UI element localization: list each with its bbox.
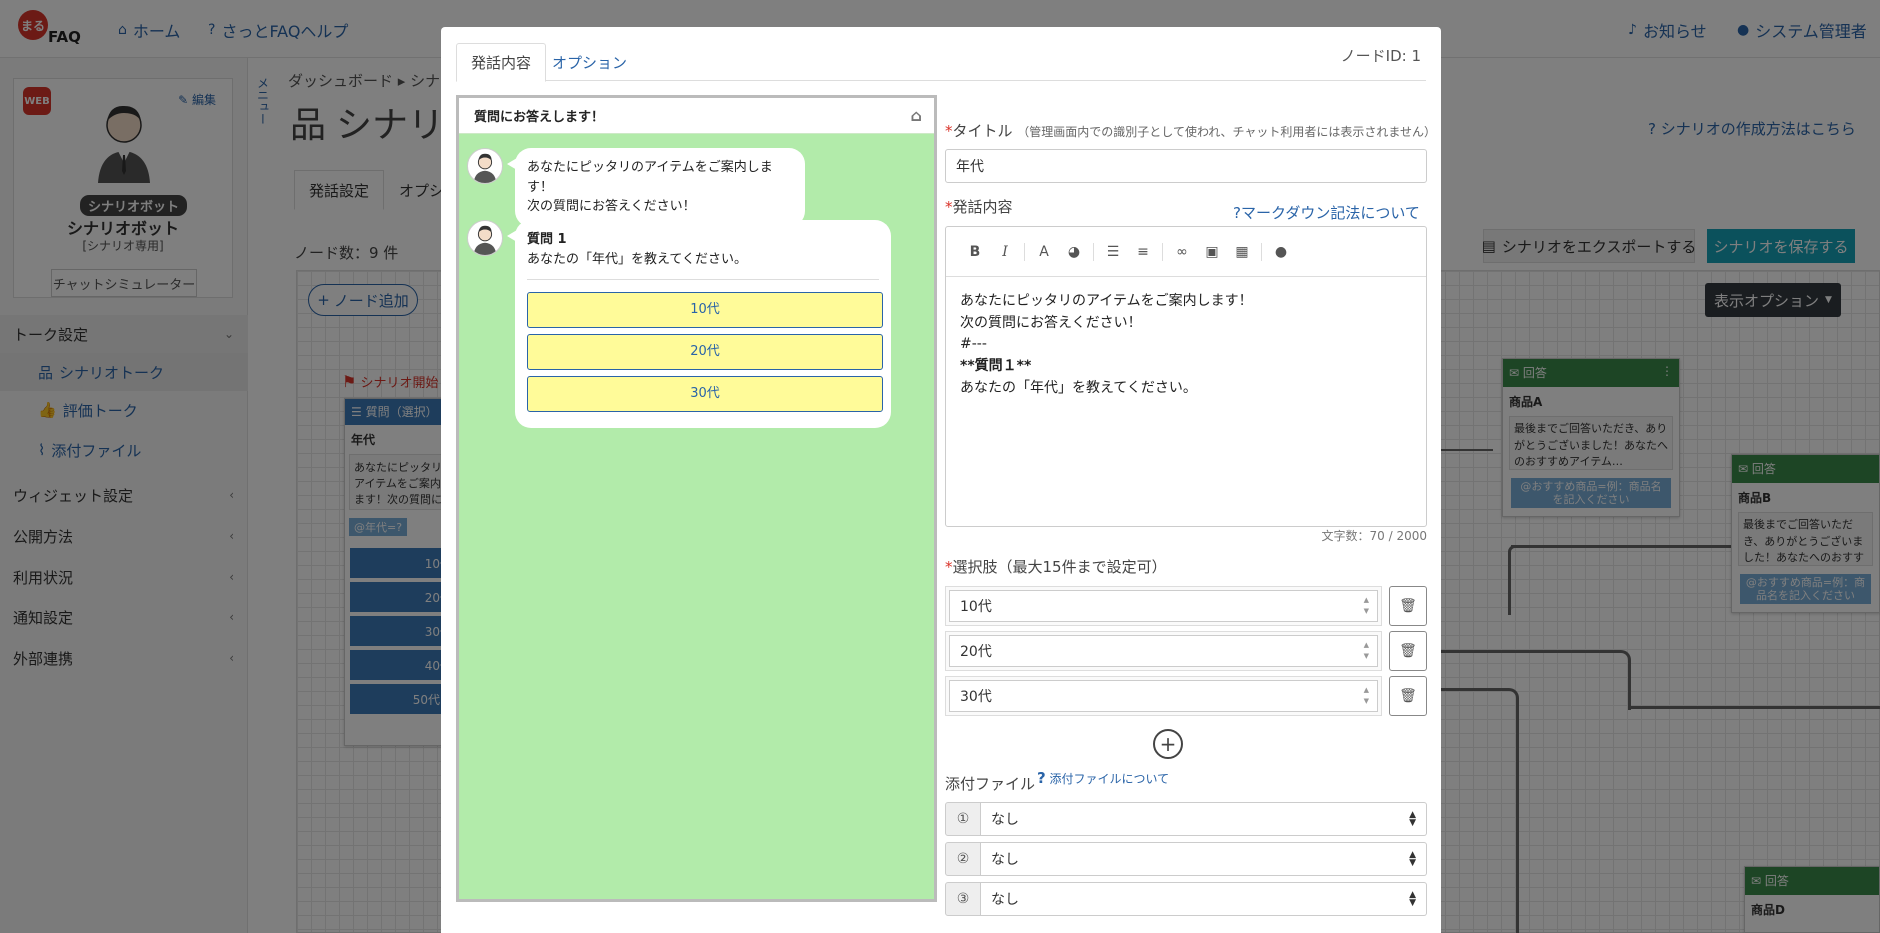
add-option-icon[interactable]: + [1153, 729, 1183, 759]
attachment-number: ① [945, 802, 981, 836]
option-input[interactable]: 30代 ▲ ▼ [949, 680, 1378, 712]
select-arrows-icon: ▲ ▼ [1409, 850, 1416, 868]
link-icon[interactable]: ∞ [1167, 244, 1197, 260]
bot-avatar-small [467, 220, 503, 256]
bullet-list-icon[interactable]: ☰ [1098, 244, 1128, 260]
content-label-text: 発話内容 [952, 198, 1013, 216]
markdown-help-link[interactable]: ?マークダウン記法について [1233, 202, 1420, 223]
attachment-select-value: なし [991, 812, 1019, 828]
option-value: 30代 [960, 689, 992, 705]
toolbar-separator [1261, 242, 1262, 261]
node-edit-modal: 発話内容 オプション ノードID: 1 質問にお答えします！ ⌂ あなたにピッタ… [441, 27, 1441, 933]
editor-line: あなたの「年代」を教えてください。 [960, 379, 1197, 396]
option-row: 20代 ▲ ▼ 🗑 [945, 631, 1427, 671]
table-icon[interactable]: ▦ [1227, 244, 1257, 260]
attachment-select[interactable]: なし ▲ ▼ [981, 842, 1427, 876]
attachment-select-value: なし [991, 892, 1019, 908]
chat-line: あなたの「年代」を教えてください。 [527, 251, 747, 267]
select-arrows-icon: ▲ ▼ [1409, 810, 1416, 828]
title-label: *タイトル （管理画面内での識別子として使われ、チャット利用者には表示されません… [945, 120, 1436, 141]
home-icon[interactable]: ⌂ [911, 106, 922, 125]
option-value: 10代 [960, 599, 992, 615]
attach-help-link[interactable]: ? 添付ファイルについて [1037, 769, 1169, 787]
chat-bubble: あなたにピッタリのアイテムをご案内します！ 次の質問にお答えください！ [507, 148, 805, 227]
tab-utterance[interactable]: 発話内容 [456, 43, 547, 82]
attachment-select[interactable]: なし ▲ ▼ [981, 882, 1427, 916]
chat-preview-header: 質問にお答えします！ ⌂ [459, 98, 934, 134]
markdown-help-label: マークダウン記法について [1240, 204, 1420, 222]
chat-preview-title: 質問にお答えします！ [474, 110, 605, 125]
numbered-list-icon[interactable]: ≡ [1128, 244, 1158, 260]
editor-toolbar: B I A ◕ ☰ ≡ ∞ ▣ ▦ ● [946, 227, 1426, 277]
modal-tabs: 発話内容 オプション [456, 43, 1426, 82]
content-label: *発話内容 [945, 196, 1013, 217]
palette-icon[interactable]: ◕ [1059, 244, 1089, 260]
attach-help-label: 添付ファイルについて [1049, 772, 1170, 786]
spinner-icon[interactable]: ▲ ▼ [1364, 595, 1369, 617]
title-label-text: タイトル [952, 122, 1013, 140]
trash-icon[interactable]: 🗑 [1389, 631, 1427, 671]
divider [527, 279, 879, 280]
toolbar-separator [1093, 242, 1094, 261]
attach-label-text: 添付ファイル [945, 775, 1036, 793]
option-value: 20代 [960, 644, 992, 660]
bold-icon[interactable]: B [960, 244, 990, 260]
select-arrows-icon: ▲ ▼ [1409, 890, 1416, 908]
attachment-select-row: ② なし ▲ ▼ [945, 842, 1427, 876]
font-color-icon[interactable]: A [1029, 244, 1059, 260]
attachment-select-row: ③ なし ▲ ▼ [945, 882, 1427, 916]
editor-line: #--- [960, 336, 987, 353]
chat-bubble: 質問 1 あなたの「年代」を教えてください。 10代 20代 30代 [507, 220, 891, 428]
node-id: ノードID: 1 [1340, 47, 1421, 65]
option-input-wrap: 20代 ▲ ▼ [945, 631, 1382, 671]
question-circle-icon: ? [1037, 769, 1046, 787]
title-note: （管理画面内での識別子として使われ、チャット利用者には表示されません） [1017, 125, 1436, 139]
attachment-number: ③ [945, 882, 981, 916]
options-label: *選択肢（最大15件まで設定可） [945, 556, 1167, 577]
editor-line: 次の質問にお答えください！ [960, 314, 1142, 331]
attachment-number: ② [945, 842, 981, 876]
chat-line: あなたにピッタリのアイテムをご案内します！ [527, 160, 773, 195]
attach-label: 添付ファイル [945, 773, 1035, 794]
editor-line: **質問１** [960, 358, 1032, 375]
spinner-icon[interactable]: ▲ ▼ [1364, 640, 1369, 662]
option-input-wrap: 30代 ▲ ▼ [945, 676, 1382, 716]
required-mark: * [945, 122, 953, 140]
italic-icon[interactable]: I [990, 244, 1020, 260]
choice-button[interactable]: 20代 [527, 334, 883, 370]
attachment-select[interactable]: なし ▲ ▼ [981, 802, 1427, 836]
editor-content[interactable]: あなたにピッタリのアイテムをご案内します！ 次の質問にお答えください！ #---… [946, 277, 1426, 413]
chat-line: 次の質問にお答えください！ [527, 199, 696, 214]
option-input[interactable]: 20代 ▲ ▼ [949, 635, 1378, 667]
char-count: 文字数：70 / 2000 [1321, 529, 1427, 543]
required-mark: * [945, 558, 953, 576]
spinner-icon[interactable]: ▲ ▼ [1364, 685, 1369, 707]
options-label-text: 選択肢（最大15件まで設定可） [952, 558, 1167, 576]
chat-question-heading: 質問 1 [527, 232, 567, 247]
chat-message: 質問 1 あなたの「年代」を教えてください。 10代 20代 30代 [467, 220, 891, 428]
comments-icon[interactable]: ● [1266, 244, 1296, 260]
option-row: 10代 ▲ ▼ 🗑 [945, 586, 1427, 626]
toolbar-separator [1162, 242, 1163, 261]
content-editor[interactable]: B I A ◕ ☰ ≡ ∞ ▣ ▦ ● あなたにピッタリのアイテムをご案内します… [945, 226, 1427, 527]
title-input[interactable]: 年代 [945, 149, 1427, 183]
choice-button[interactable]: 30代 [527, 376, 883, 412]
image-icon[interactable]: ▣ [1197, 244, 1227, 260]
trash-icon[interactable]: 🗑 [1389, 676, 1427, 716]
toolbar-separator [1024, 242, 1025, 261]
chat-preview: 質問にお答えします！ ⌂ あなたにピッタリのアイテムをご案内します！ 次の質問に… [456, 95, 937, 902]
option-row: 30代 ▲ ▼ 🗑 [945, 676, 1427, 716]
required-mark: * [945, 198, 953, 216]
chat-message: あなたにピッタリのアイテムをご案内します！ 次の質問にお答えください！ [467, 148, 805, 227]
trash-icon[interactable]: 🗑 [1389, 586, 1427, 626]
attachment-select-value: なし [991, 852, 1019, 868]
question-circle-icon: ? [1233, 204, 1241, 222]
option-input[interactable]: 10代 ▲ ▼ [949, 590, 1378, 622]
choice-button[interactable]: 10代 [527, 292, 883, 328]
tab-option[interactable]: オプション [538, 43, 641, 82]
bot-avatar-small [467, 148, 503, 184]
attachment-select-row: ① なし ▲ ▼ [945, 802, 1427, 836]
editor-line: あなたにピッタリのアイテムをご案内します！ [960, 293, 1253, 309]
option-input-wrap: 10代 ▲ ▼ [945, 586, 1382, 626]
